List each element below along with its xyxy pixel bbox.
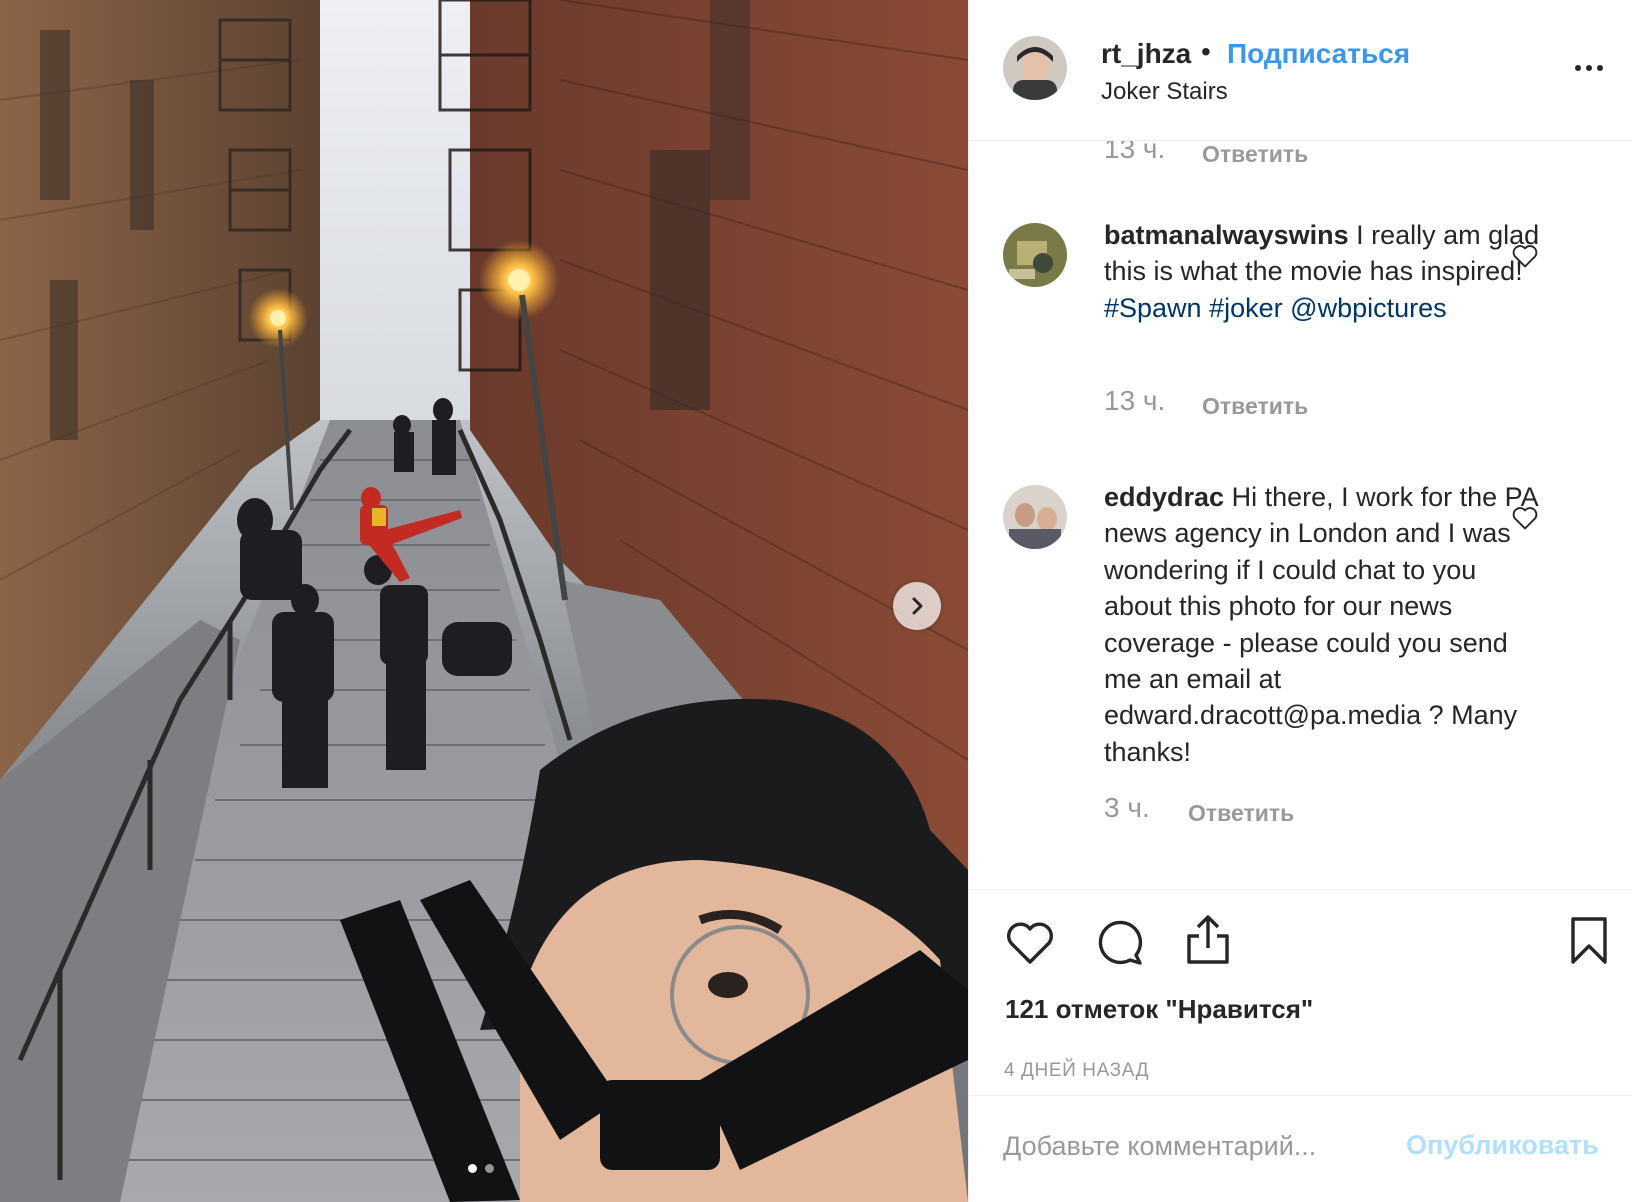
- likes-count[interactable]: 121 отметок "Нравится": [1005, 994, 1313, 1025]
- hashtag-link[interactable]: #joker: [1209, 293, 1283, 323]
- reply-button[interactable]: Ответить: [1202, 141, 1308, 168]
- commenter-username[interactable]: eddydrac: [1104, 482, 1224, 512]
- commenter-avatar-image: [1003, 485, 1067, 549]
- mention-link[interactable]: @wbpictures: [1290, 293, 1446, 323]
- more-options-icon[interactable]: [1575, 56, 1615, 80]
- comment-text: Hi there, I work for the PA news agency …: [1104, 482, 1538, 767]
- comment-bubble-icon[interactable]: [1096, 918, 1144, 966]
- comment-text-space: [1202, 293, 1210, 323]
- comment-like-heart-icon[interactable]: [1511, 243, 1539, 269]
- post-location[interactable]: Joker Stairs: [1101, 78, 1228, 106]
- next-photo-button[interactable]: [893, 582, 941, 630]
- follow-button[interactable]: Подписаться: [1227, 38, 1410, 70]
- photo-scene: [0, 0, 968, 1202]
- commenter-username[interactable]: batmanalwayswins: [1104, 220, 1349, 250]
- heart-icon[interactable]: [1005, 920, 1055, 966]
- reply-button[interactable]: Ответить: [1202, 393, 1308, 420]
- comment-timestamp: 13 ч.: [1104, 385, 1166, 416]
- comment-input[interactable]: [1003, 1126, 1373, 1166]
- comment-body: batmanalwayswins I really am glad this i…: [1104, 217, 1544, 326]
- author-username[interactable]: rt_jhza: [1101, 38, 1191, 70]
- post-header: rt_jhza • Подписаться Joker Stairs: [969, 0, 1632, 141]
- comment-timestamp: 3 ч.: [1104, 792, 1150, 823]
- comment-body: eddydrac Hi there, I work for the PA new…: [1104, 479, 1544, 770]
- commenter-avatar-image: [1003, 223, 1067, 287]
- author-avatar-image: [1003, 36, 1067, 100]
- post-actions: 121 отметок "Нравится" 4 ДНЕЙ НАЗАД: [969, 889, 1632, 1095]
- header-separator: •: [1201, 36, 1211, 67]
- comments-list[interactable]: 13 ч. Ответить batmanalwayswins I really…: [969, 141, 1632, 889]
- post-side-panel: rt_jhza • Подписаться Joker Stairs 13 ч.…: [968, 0, 1632, 1202]
- comment-like-heart-icon[interactable]: [1511, 505, 1539, 531]
- post-photo[interactable]: [0, 0, 968, 1202]
- carousel-dot-active: [468, 1164, 477, 1173]
- chevron-right-icon: [912, 597, 923, 615]
- commenter-avatar[interactable]: [1003, 223, 1067, 287]
- hashtag-link[interactable]: #Spawn: [1104, 293, 1202, 323]
- share-icon[interactable]: [1185, 914, 1231, 966]
- reply-button[interactable]: Ответить: [1188, 800, 1294, 827]
- more-dot: [1586, 65, 1592, 71]
- post-date: 4 ДНЕЙ НАЗАД: [1004, 1060, 1150, 1081]
- add-comment-bar: Опубликовать: [969, 1095, 1632, 1202]
- author-avatar[interactable]: [1003, 36, 1067, 100]
- more-dot: [1597, 65, 1603, 71]
- more-dot: [1575, 65, 1581, 71]
- publish-button[interactable]: Опубликовать: [1406, 1130, 1599, 1161]
- comment-timestamp: 13 ч.: [1104, 141, 1166, 164]
- commenter-avatar[interactable]: [1003, 485, 1067, 549]
- bookmark-icon[interactable]: [1569, 916, 1609, 966]
- carousel-indicator: [468, 1164, 494, 1173]
- carousel-dot: [485, 1164, 494, 1173]
